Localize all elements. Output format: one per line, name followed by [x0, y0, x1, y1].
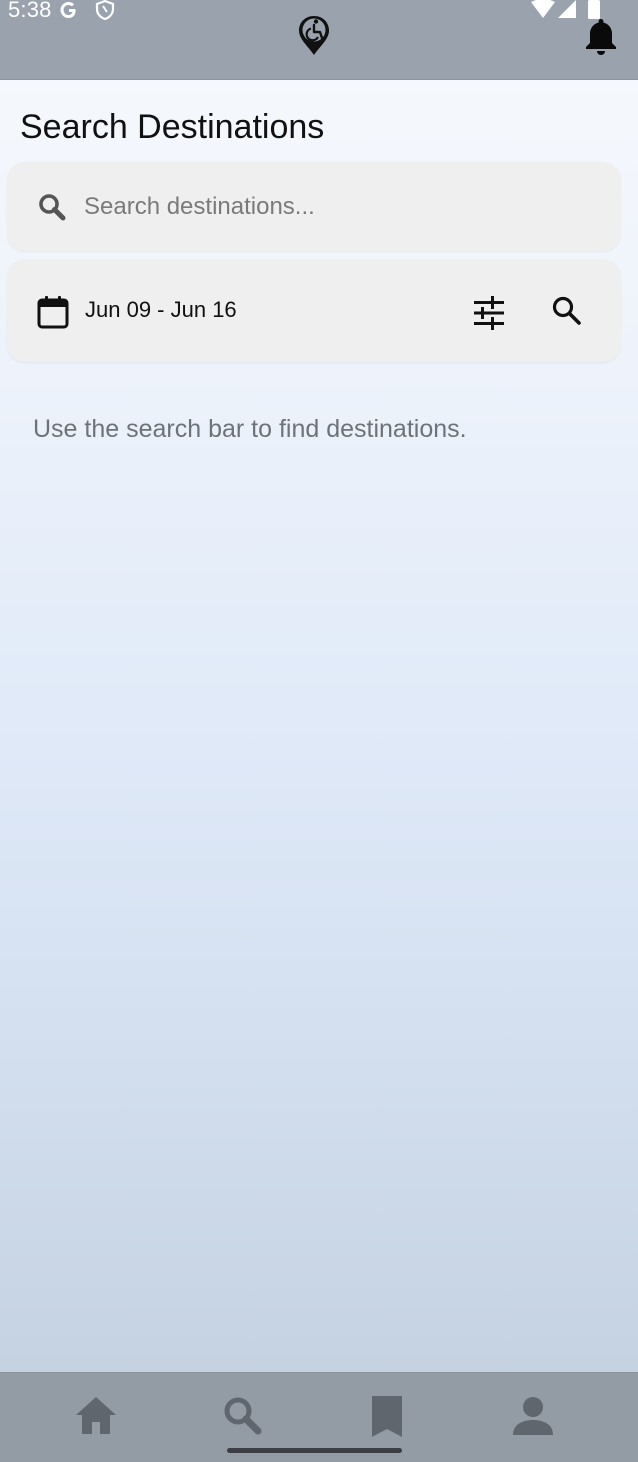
bottom-navigation — [0, 1372, 638, 1462]
bell-icon[interactable] — [582, 16, 620, 58]
search-input[interactable] — [84, 184, 584, 230]
active-tab-indicator — [227, 1448, 402, 1453]
page-title: Search Destinations — [20, 108, 325, 146]
status-time: 5:38 — [8, 0, 52, 22]
google-icon — [60, 2, 76, 18]
accessibility-location-icon — [299, 16, 329, 55]
search-icon — [39, 194, 66, 221]
calendar-icon[interactable] — [37, 295, 69, 329]
nav-profile-icon[interactable] — [508, 1391, 558, 1441]
nav-search-icon[interactable] — [217, 1391, 267, 1441]
tune-icon[interactable] — [469, 293, 509, 333]
date-range[interactable]: Jun 09 - Jun 16 — [85, 297, 237, 323]
filter-bar: Jun 09 - Jun 16 — [7, 259, 621, 362]
signal-icon — [558, 0, 576, 18]
empty-state-message: Use the search bar to find destinations. — [33, 415, 467, 443]
nav-bookmark-icon[interactable] — [362, 1391, 412, 1441]
shield-icon — [95, 0, 115, 20]
nav-home-icon[interactable] — [71, 1391, 121, 1441]
status-bar: 5:38 — [0, 0, 638, 80]
search-bar[interactable] — [7, 162, 621, 251]
wifi-icon — [531, 0, 555, 18]
search-button[interactable] — [549, 293, 585, 329]
